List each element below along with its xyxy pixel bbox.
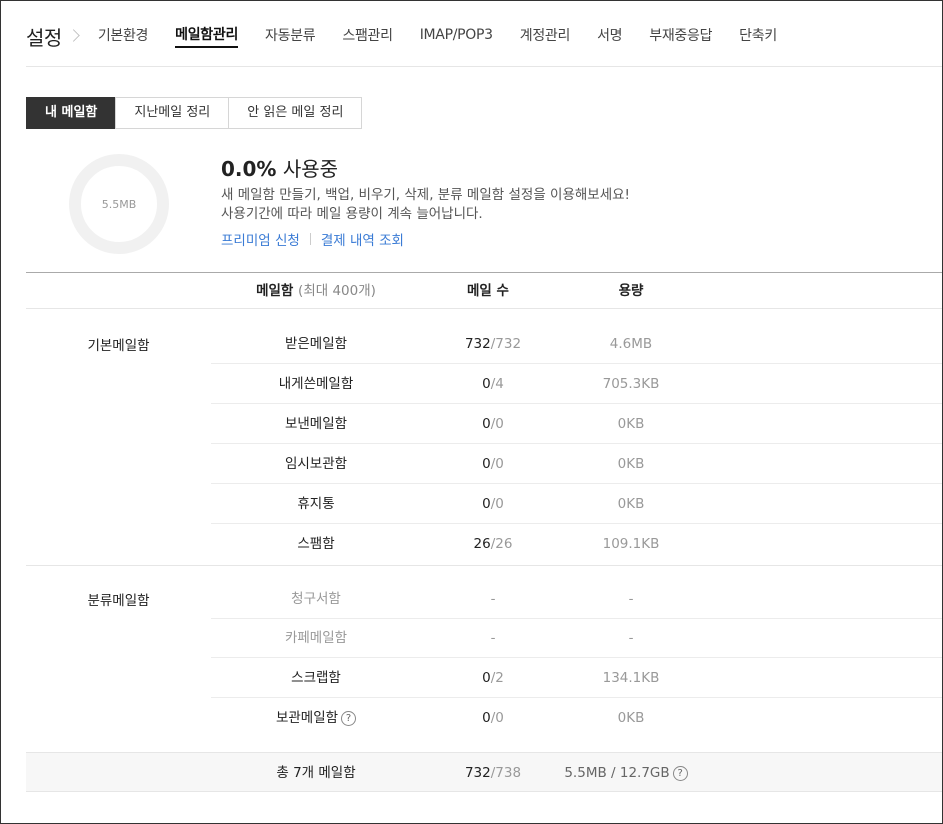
mailbox-name[interactable]: 스팸함 — [211, 524, 421, 564]
subtab-old-mail-cleanup[interactable]: 지난메일 정리 — [115, 97, 230, 129]
group-divider — [26, 565, 942, 566]
mailbox-size: 0KB — [617, 710, 645, 726]
mailbox-size: 705.3KB — [602, 376, 660, 392]
mail-count: 26/26 — [473, 536, 513, 552]
link-separator — [309, 233, 311, 245]
donut-label: 5.5MB — [101, 197, 137, 211]
tab-shortcuts[interactable]: 단축키 — [739, 25, 777, 47]
table-row: 카페메일함 - - — [211, 618, 942, 658]
window-frame: 설정 기본환경 메일함관리 자동분류 스팸관리 IMAP/POP3 계정관리 서… — [0, 0, 943, 824]
group-label-default: 기본메일함 — [87, 338, 150, 354]
header-mailbox-max: (최대 400개) — [298, 283, 376, 299]
total-label: 총 7개 메일함 — [276, 765, 356, 781]
tab-mailbox-management[interactable]: 메일함관리 — [175, 24, 238, 48]
help-icon[interactable]: ? — [341, 710, 357, 726]
tab-imap-pop3[interactable]: IMAP/POP3 — [420, 27, 493, 45]
storage-donut: 5.5MB — [69, 154, 169, 254]
mailbox-size: 134.1KB — [602, 670, 660, 686]
usage-desc-line2: 사용기간에 따라 메일 용량이 계속 늘어납니다. — [221, 206, 483, 222]
table-row: 받은메일함 732/732 4.6MB — [211, 324, 942, 364]
usage-status: 사용중 — [282, 157, 339, 181]
tab-signature[interactable]: 서명 — [597, 25, 622, 47]
mailbox-name[interactable]: 스크랩함 — [211, 658, 421, 698]
mailbox-name[interactable]: 내게쓴메일함 — [211, 364, 421, 404]
tab-account[interactable]: 계정관리 — [520, 25, 571, 47]
settings-nav: 설정 기본환경 메일함관리 자동분류 스팸관리 IMAP/POP3 계정관리 서… — [26, 19, 942, 53]
table-row: 스팸함 26/26 109.1KB — [211, 524, 942, 564]
mail-count: 0/2 — [482, 670, 504, 686]
table-header: 메일함 (최대 400개) 메일 수 용량 — [26, 273, 942, 309]
total-count: 732/738 — [464, 765, 522, 781]
table-row: 보관메일함? 0/0 0KB — [211, 698, 942, 738]
table-row: 휴지통 0/0 0KB — [211, 484, 942, 524]
mailbox-name[interactable]: 보낸메일함 — [211, 404, 421, 444]
help-icon[interactable]: ? — [672, 765, 688, 781]
tab-auto-reply[interactable]: 부재중응답 — [649, 25, 712, 47]
mail-count: 0/0 — [482, 710, 504, 726]
premium-link[interactable]: 프리미엄 신청 — [221, 229, 300, 249]
mailbox-size: - — [628, 591, 634, 607]
mailbox-name[interactable]: 임시보관함 — [211, 444, 421, 484]
mail-count: 0/0 — [482, 416, 504, 432]
mailbox-size: 0KB — [617, 416, 645, 432]
header-mailbox: 메일함 (최대 400개) — [211, 273, 421, 309]
tab-basic[interactable]: 기본환경 — [98, 25, 149, 47]
table-row: 임시보관함 0/0 0KB — [211, 444, 942, 484]
mail-count: - — [490, 591, 496, 607]
mailbox-size: - — [628, 630, 634, 646]
nav-divider — [26, 66, 942, 67]
mailbox-name[interactable]: 보관메일함? — [211, 698, 421, 738]
mail-count: 0/0 — [482, 456, 504, 472]
table-total-row: 총 7개 메일함 732/738 5.5MB / 12.7GB? — [26, 752, 942, 792]
header-count: 메일 수 — [467, 283, 509, 299]
tab-auto-sort[interactable]: 자동분류 — [265, 25, 316, 47]
mailbox-name[interactable]: 받은메일함 — [211, 324, 421, 364]
header-mailbox-label: 메일함 — [256, 283, 294, 299]
subtab-group: 내 메일함 지난메일 정리 안 읽은 메일 정리 — [26, 97, 363, 129]
subtab-my-mailbox[interactable]: 내 메일함 — [26, 97, 117, 129]
mailbox-name[interactable]: 카페메일함 — [211, 618, 421, 658]
mailbox-size: 0KB — [617, 496, 645, 512]
page-title: 설정 — [26, 25, 62, 50]
group-label-category: 분류메일함 — [87, 593, 150, 609]
usage-desc-line1: 새 메일함 만들기, 백업, 비우기, 삭제, 분류 메일함 설정을 이용해보세… — [221, 187, 630, 203]
mail-count: 0/4 — [482, 376, 504, 392]
payment-history-link[interactable]: 결제 내역 조회 — [321, 229, 404, 249]
table-row: 보낸메일함 0/0 0KB — [211, 404, 942, 444]
mail-count: 732/732 — [464, 336, 522, 352]
usage-title: 0.0% 사용중 — [221, 153, 338, 182]
table-row: 청구서함 - - — [211, 579, 942, 619]
usage-percent: 0.0% — [221, 157, 277, 181]
header-size: 용량 — [618, 283, 644, 299]
mail-count: 0/0 — [482, 496, 504, 512]
mailbox-size: 0KB — [617, 456, 645, 472]
mailbox-name[interactable]: 휴지통 — [211, 484, 421, 524]
table-row: 내게쓴메일함 0/4 705.3KB — [211, 364, 942, 404]
total-size: 5.5MB / 12.7GB? — [556, 753, 696, 793]
mailbox-size: 109.1KB — [602, 536, 660, 552]
table-row: 스크랩함 0/2 134.1KB — [211, 658, 942, 698]
usage-links: 프리미엄 신청 결제 내역 조회 — [221, 229, 404, 249]
subtab-unread-cleanup[interactable]: 안 읽은 메일 정리 — [228, 97, 363, 129]
mailbox-name[interactable]: 청구서함 — [211, 579, 421, 619]
chevron-right-icon — [68, 27, 78, 45]
mail-count: - — [490, 630, 496, 646]
tab-spam[interactable]: 스팸관리 — [342, 25, 393, 47]
mailbox-size: 4.6MB — [609, 336, 653, 352]
